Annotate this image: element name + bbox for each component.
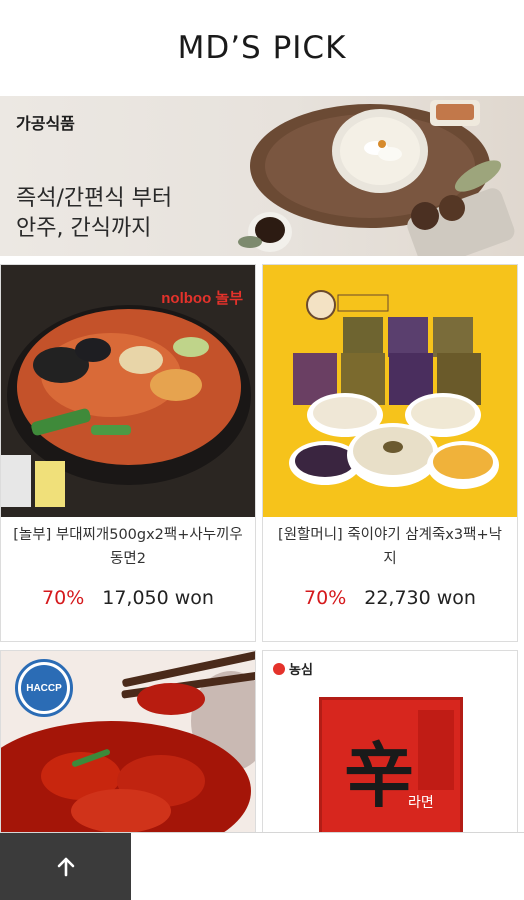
category-banner[interactable]: 가공식품 즉석/간편식 부터 안주, 간식까지 bbox=[0, 96, 524, 256]
product-image bbox=[263, 265, 517, 517]
arrow-up-icon bbox=[57, 857, 74, 877]
scroll-top-button[interactable] bbox=[0, 833, 131, 900]
banner-category: 가공식품 bbox=[16, 114, 75, 133]
product-card[interactable]: 농심 辛 라면 bbox=[262, 650, 518, 840]
banner-food-image bbox=[238, 100, 515, 256]
product-name: [놀부] 부대찌개500gx2팩+사누끼우동면2 bbox=[13, 527, 243, 567]
brand-logo: nolboo 놀부 bbox=[161, 290, 243, 307]
haccp-badge: HACCP bbox=[15, 659, 73, 717]
nongshim-logo-icon bbox=[273, 662, 285, 675]
discount-rate: 70% bbox=[42, 587, 85, 609]
product-card[interactable]: HACCP bbox=[0, 650, 256, 840]
product-price: 17,050 won bbox=[102, 587, 214, 609]
discount-rate: 70% bbox=[304, 587, 347, 609]
product-image: HACCP bbox=[1, 651, 255, 839]
brand-logo: 농심 bbox=[273, 659, 313, 678]
banner-headline-2: 안주, 간식까지 bbox=[16, 216, 152, 241]
price-row: 70% 17,050 won bbox=[1, 581, 255, 609]
bottom-bar bbox=[0, 832, 524, 900]
product-image: 농심 辛 라면 bbox=[263, 651, 517, 839]
banner-headline-1: 즉석/간편식 부터 bbox=[16, 186, 173, 211]
price-row: 70% 22,730 won bbox=[263, 581, 517, 609]
product-image: nolboo 놀부 bbox=[1, 265, 255, 517]
page-title: MD’S PICK bbox=[177, 30, 347, 66]
product-card[interactable]: [원할머니] 죽이야기 삼계죽x3팩+낙지 70% 22,730 won bbox=[262, 264, 518, 642]
product-price: 22,730 won bbox=[364, 587, 476, 609]
ramen-package: 辛 라면 bbox=[319, 697, 463, 839]
porridge-products-photo bbox=[263, 265, 517, 517]
product-name: [원할머니] 죽이야기 삼계죽x3팩+낙지 bbox=[278, 527, 502, 567]
product-card[interactable]: nolboo 놀부 [놀부] 부대찌개500gx2팩+사누끼우동면2 70% 1… bbox=[0, 264, 256, 642]
